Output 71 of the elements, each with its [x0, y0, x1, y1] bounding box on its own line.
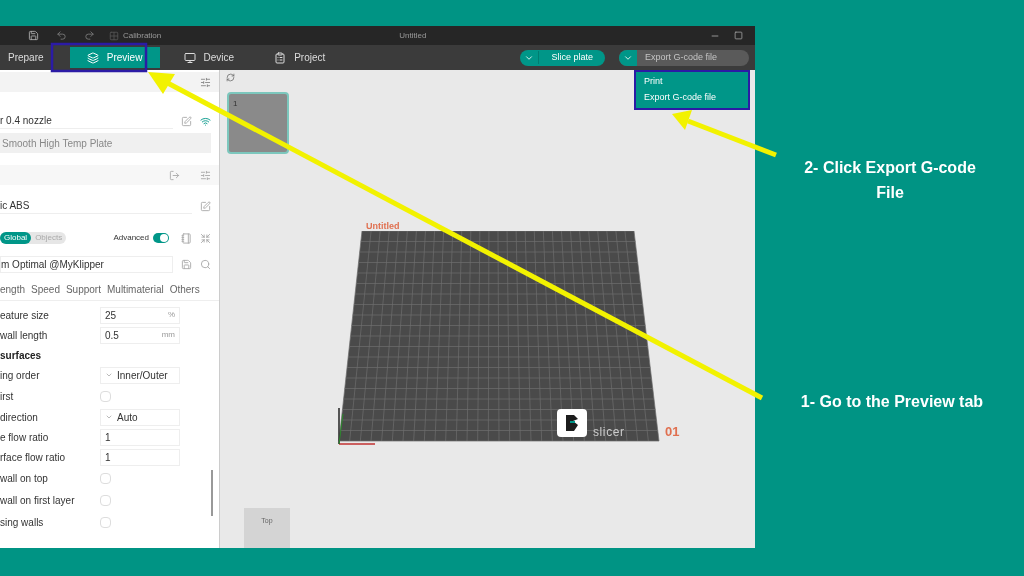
bed-label: Untitled — [366, 220, 400, 233]
checkbox[interactable] — [100, 494, 111, 506]
setting-label: direction — [0, 410, 39, 425]
tab-icon — [274, 51, 287, 64]
menu-item[interactable]: Export G-code file — [636, 90, 748, 106]
settings-icon[interactable] — [200, 169, 211, 181]
window-title: Untitled — [399, 29, 427, 42]
number-field[interactable]: 1 — [100, 448, 180, 466]
setting-label: irst — [0, 389, 15, 404]
setting-label: e flow ratio — [0, 430, 50, 445]
number-field[interactable]: 25 % — [100, 306, 180, 324]
number-field[interactable]: 1 — [100, 428, 180, 446]
tab-icon — [86, 51, 99, 64]
menu-item[interactable]: Print — [636, 74, 748, 90]
tab[interactable]: Preview — [69, 47, 160, 68]
advanced-switch[interactable] — [153, 233, 169, 243]
search-icon[interactable] — [200, 258, 211, 270]
logo-text: slicer — [593, 424, 625, 441]
maximize-icon[interactable] — [734, 31, 743, 40]
settings-tab[interactable]: Speed — [31, 282, 60, 297]
tab[interactable]: Device — [167, 47, 251, 68]
process-preset-field[interactable]: m Optimal @MyKlipper — [0, 255, 173, 273]
save-icon[interactable] — [28, 30, 39, 41]
notebook-icon[interactable] — [181, 232, 192, 244]
dropdown-field[interactable]: Inner/Outer — [100, 366, 180, 384]
scrollbar[interactable] — [211, 470, 213, 516]
tab[interactable]: Project — [258, 47, 342, 68]
edit-icon[interactable] — [200, 200, 211, 212]
calibration-icon[interactable] — [109, 30, 119, 41]
tab-icon — [183, 51, 196, 64]
slice-plate-button[interactable]: Slice plate — [520, 49, 605, 66]
number-field[interactable]: 0.5 mm — [100, 326, 180, 344]
checkbox[interactable] — [100, 390, 111, 402]
settings-tab[interactable]: Others — [169, 282, 200, 297]
plate-thumbnail[interactable]: 1 — [227, 92, 289, 154]
printer-field[interactable]: r 0.4 nozzle — [0, 113, 173, 129]
plate-type-field[interactable]: Smooth High Temp Plate — [0, 133, 211, 153]
wifi-icon[interactable] — [200, 115, 211, 127]
callout-text: 2- Click Export G-code File — [803, 158, 977, 203]
export-icon[interactable] — [169, 169, 180, 181]
compare-icon[interactable] — [200, 232, 211, 244]
checkbox[interactable] — [100, 472, 111, 484]
logo-icon — [557, 409, 587, 437]
calibration-menu[interactable]: Calibration — [123, 29, 162, 42]
filament-field[interactable]: ic ABS — [0, 198, 192, 214]
settings-tab[interactable]: Support — [65, 282, 101, 297]
scope-option[interactable]: Global — [0, 232, 32, 244]
setting-label: ing order — [0, 368, 41, 383]
setting-label: eature size — [0, 308, 50, 323]
setting-label: rface flow ratio — [0, 450, 67, 465]
setting-label: wall on first layer — [0, 493, 76, 508]
tab[interactable]: Prepare — [8, 47, 56, 68]
toggle-icon[interactable] — [226, 73, 235, 82]
plate-number: 1 — [233, 98, 239, 110]
undo-icon[interactable] — [56, 30, 67, 41]
settings-tab[interactable]: Multimaterial — [107, 282, 164, 297]
bed-number: 01 — [665, 423, 680, 441]
settings-tab[interactable]: ength — [0, 282, 26, 297]
advanced-label: Advanced — [113, 232, 149, 244]
edit-icon[interactable] — [181, 115, 192, 127]
section-heading: surfaces — [0, 348, 42, 363]
caret-icon — [105, 371, 113, 379]
settings-icon[interactable] — [200, 76, 211, 88]
setting-label: wall on top — [0, 471, 49, 486]
redo-icon[interactable] — [84, 30, 95, 41]
checkbox[interactable] — [100, 516, 111, 528]
dropdown-field[interactable]: Auto — [100, 408, 180, 426]
caret-icon — [105, 413, 113, 421]
setting-label: wall length — [0, 328, 49, 343]
setting-label: sing walls — [0, 515, 45, 530]
callout-text: 1- Go to the Preview tab — [799, 392, 985, 412]
